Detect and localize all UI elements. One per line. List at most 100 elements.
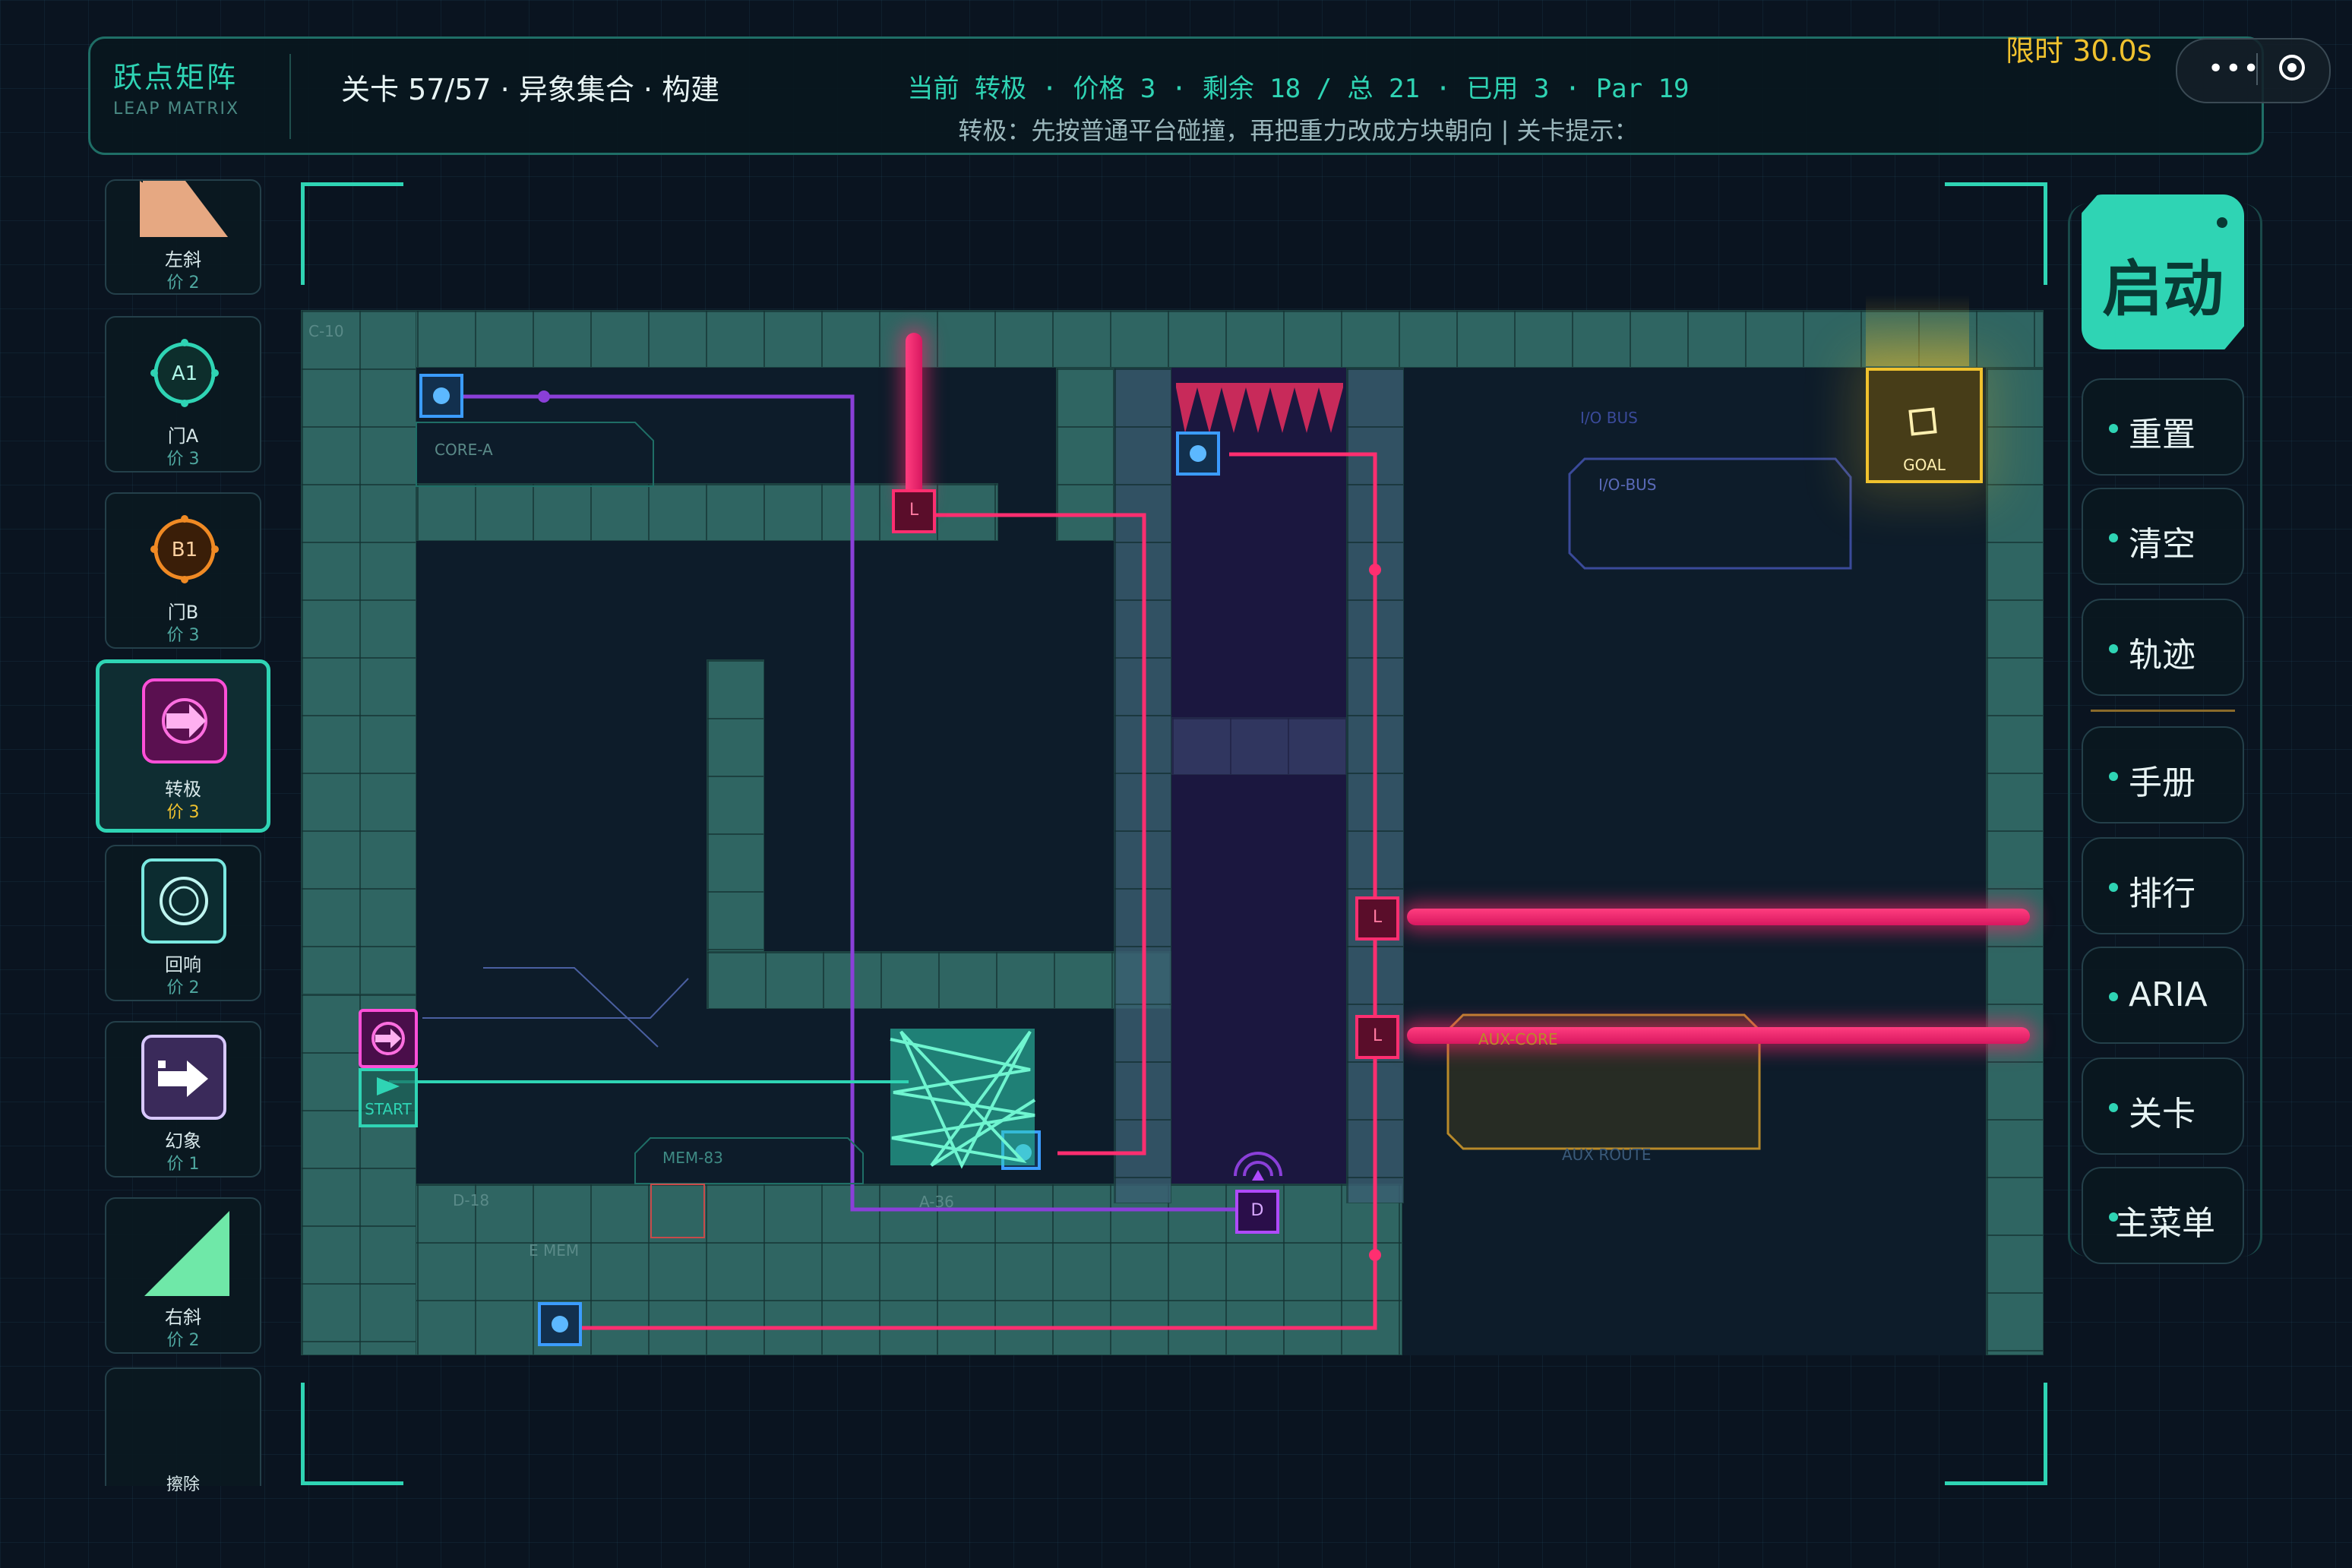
spike-trap <box>1176 383 1343 433</box>
frame-corner-br <box>1945 1383 2047 1485</box>
polarity-icon <box>371 1022 405 1055</box>
sector-tag: E MEM <box>529 1241 580 1260</box>
start-button-label: 启动 <box>2102 254 2224 324</box>
frame-corner-tl <box>301 182 403 285</box>
trajectory-button[interactable]: 轨迹 <box>2082 599 2244 696</box>
phantom-icon <box>141 1035 226 1120</box>
left-slope-icon <box>140 181 228 237</box>
palette-item-price: 价 2 <box>166 1331 200 1350</box>
palette-item-label: 左斜 <box>165 249 201 270</box>
pressure-button[interactable] <box>419 374 463 418</box>
laser-emitter: L <box>1355 1015 1399 1059</box>
frame-corner-bl <box>301 1383 403 1485</box>
palette-item-phantom[interactable]: 幻象 价 1 <box>105 1021 261 1178</box>
aria-button[interactable]: ARIA <box>2082 947 2244 1044</box>
menu-label: 重置 <box>2129 416 2196 454</box>
palette-item-price: 价 3 <box>166 626 200 645</box>
menu-label: 主菜单 <box>2115 1204 2215 1243</box>
goal-glow <box>1866 295 1969 366</box>
game-logo-title: 跃点矩阵 <box>113 61 239 94</box>
palette-item-gate-b[interactable]: B1 门B 价 3 <box>105 492 261 649</box>
palette-item-label: 转极 <box>165 779 201 800</box>
palette-item-left-slope[interactable]: 左斜 价 2 <box>105 179 261 295</box>
gate-a-icon: A1 <box>150 339 219 407</box>
goal-tile: GOAL <box>1866 368 1983 483</box>
close-record-icon[interactable] <box>2279 55 2305 81</box>
level-hint: 转极：先按普通平台碰撞，再把重力改成方块朝向 | 关卡提示： <box>958 116 1639 145</box>
palette-item-label: 幻象 <box>165 1130 201 1152</box>
menu-label: 手册 <box>2129 763 2196 802</box>
menu-label: 排行 <box>2129 874 2196 913</box>
menu-bullet <box>2109 1103 2118 1112</box>
goal-icon <box>1908 407 1937 436</box>
timer-label: 限时 <box>2006 34 2064 68</box>
menu-bullet <box>2109 772 2118 781</box>
capsule-divider <box>2256 53 2258 85</box>
game-logo-subtitle: LEAP MATRIX <box>113 100 240 119</box>
circuit-wires <box>389 390 1852 1330</box>
echo-icon <box>141 858 226 944</box>
start-flag-icon <box>377 1077 400 1095</box>
start-tile: START <box>359 1068 418 1127</box>
gate-a-badge: A1 <box>172 362 198 385</box>
sector-tag: AUX-CORE <box>1478 1030 1558 1048</box>
start-label: START <box>365 1100 412 1118</box>
polarity-block-placed[interactable] <box>359 1009 418 1068</box>
goal-label: GOAL <box>1903 456 1946 474</box>
menu-bullet <box>2109 883 2118 892</box>
sector-tag: I/O-BUS <box>1598 476 1657 494</box>
palette-item-label: 右斜 <box>165 1307 201 1328</box>
menu-bullet <box>2109 644 2118 653</box>
laser-beam-vertical <box>906 333 922 507</box>
menu-label: ARIA <box>2129 975 2208 1014</box>
pressure-button[interactable] <box>1176 432 1220 476</box>
palette-item-gate-a[interactable]: A1 门A 价 3 <box>105 316 261 473</box>
palette-item-price: 价 3 <box>166 450 200 469</box>
menu-bullet <box>2109 424 2118 433</box>
palette-item-erase[interactable]: 擦除 <box>105 1367 261 1494</box>
manual-button[interactable]: 手册 <box>2082 726 2244 824</box>
clear-button[interactable]: 清空 <box>2082 488 2244 585</box>
reset-button[interactable]: 重置 <box>2082 378 2244 476</box>
timer-value: 30.0s <box>2072 34 2152 68</box>
laser-emitter: L <box>1355 896 1399 940</box>
main-menu-button[interactable]: 主菜单 <box>2082 1167 2244 1264</box>
frame-corner-tr <box>1945 182 2047 285</box>
pressure-button[interactable] <box>538 1302 582 1346</box>
palette-item-label: 门A <box>167 425 199 447</box>
palette-item-label: 门B <box>167 602 199 623</box>
gate-b-icon: B1 <box>150 515 219 583</box>
menu-label: 清空 <box>2129 525 2196 564</box>
build-status: 当前 转极 · 价格 3 · 剩余 18 / 总 21 · 已用 3 · Par… <box>907 74 1690 104</box>
start-button-dot <box>2217 217 2227 228</box>
top-status-bar: 跃点矩阵 LEAP MATRIX 关卡 57/57 · 异象集合 · 构建 当前… <box>88 36 2264 155</box>
sector-tag: I/O BUS <box>1580 409 1638 427</box>
palette-item-polarity[interactable]: 转极 价 3 <box>96 659 270 833</box>
palette-item-label: 回响 <box>165 954 201 975</box>
marker-square <box>650 1184 705 1238</box>
sector-tag: D-18 <box>453 1191 490 1209</box>
palette-item-price: 价 3 <box>166 803 200 822</box>
leaderboard-button[interactable]: 排行 <box>2082 837 2244 934</box>
game-board[interactable]: L L L D START GOAL C-10 CORE-A I/O BUS I… <box>301 182 2047 1485</box>
palette-item-price: 价 2 <box>166 978 200 997</box>
sector-tag: MEM-83 <box>662 1149 723 1167</box>
menu-label: 轨迹 <box>2129 636 2196 675</box>
right-slope-icon <box>144 1211 229 1296</box>
polarity-icon <box>142 678 227 763</box>
sector-tag: A-36 <box>919 1193 954 1211</box>
timer: 限时 30.0s <box>2006 27 2152 69</box>
palette-item-right-slope[interactable]: 右斜 价 2 <box>105 1197 261 1354</box>
sector-tag: AUX ROUTE <box>1562 1146 1652 1164</box>
level-info: 关卡 57/57 · 异象集合 · 构建 <box>341 73 720 106</box>
levels-button[interactable]: 关卡 <box>2082 1057 2244 1155</box>
palette-item-echo[interactable]: 回响 价 2 <box>105 845 261 1001</box>
palette-item-price: 价 2 <box>166 273 200 292</box>
door-signal-icon <box>1234 1152 1282 1181</box>
more-options-icon[interactable]: ••• <box>2208 53 2261 84</box>
palette-item-label: 擦除 <box>166 1475 200 1494</box>
gate-b-badge: B1 <box>172 539 198 561</box>
sector-tag: C-10 <box>308 322 344 340</box>
menu-bullet <box>2109 992 2118 1001</box>
header-divider <box>289 54 291 139</box>
